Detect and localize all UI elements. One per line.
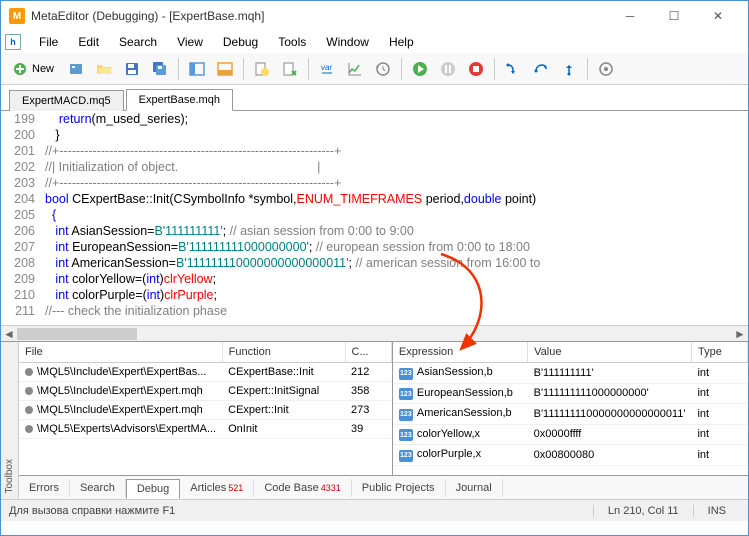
menu-view[interactable]: View xyxy=(167,33,213,51)
table-row[interactable]: 123AmericanSession,bB'111111110000000000… xyxy=(393,404,748,425)
scroll-left-icon[interactable]: ◄ xyxy=(1,326,17,341)
settings-icon[interactable] xyxy=(593,56,619,82)
btab-articles[interactable]: Articles521 xyxy=(180,479,254,497)
col-function[interactable]: Function xyxy=(222,342,345,363)
btab-debug[interactable]: Debug xyxy=(126,479,180,499)
minimize-button[interactable]: ─ xyxy=(608,2,652,30)
save-all-icon[interactable] xyxy=(147,56,173,82)
toolbox-label: Toolbox xyxy=(1,342,19,499)
code-editor[interactable]: 199 return(m_used_series); 200 } 201//+-… xyxy=(1,111,748,325)
project-icon[interactable] xyxy=(63,56,89,82)
new-button[interactable]: New xyxy=(5,56,61,82)
table-row[interactable]: \MQL5\Include\Expert\ExpertBas...CExpert… xyxy=(19,363,391,382)
scroll-thumb[interactable] xyxy=(17,328,137,340)
stop-icon[interactable] xyxy=(463,56,489,82)
editor-hscroll[interactable]: ◄ ► xyxy=(1,325,748,341)
menu-debug[interactable]: Debug xyxy=(213,33,268,51)
play-icon[interactable] xyxy=(407,56,433,82)
history-icon[interactable] xyxy=(370,56,396,82)
table-row[interactable]: \MQL5\Include\Expert\Expert.mqhCExpert::… xyxy=(19,401,391,420)
table-row[interactable]: \MQL5\Include\Expert\Expert.mqhCExpert::… xyxy=(19,382,391,401)
table-row[interactable]: \MQL5\Experts\Advisors\ExpertMA...OnInit… xyxy=(19,420,391,439)
maximize-button[interactable]: ☐ xyxy=(652,2,696,30)
callstack-table[interactable]: File Function C... \MQL5\Include\Expert\… xyxy=(19,342,392,439)
doc-icon[interactable]: h xyxy=(5,34,21,50)
menu-help[interactable]: Help xyxy=(379,33,424,51)
panel2-icon[interactable] xyxy=(212,56,238,82)
status-position: Ln 210, Col 11 xyxy=(593,505,693,517)
btab-search[interactable]: Search xyxy=(70,479,126,497)
btab-errors[interactable]: Errors xyxy=(19,479,70,497)
step-out-icon[interactable] xyxy=(556,56,582,82)
menu-file[interactable]: File xyxy=(29,33,68,51)
new-label: New xyxy=(32,63,54,75)
col-caller[interactable]: C... xyxy=(345,342,391,363)
tab-expertmacd[interactable]: ExpertMACD.mq5 xyxy=(9,90,124,111)
watch-table[interactable]: Expression Value Type 123AsianSession,bB… xyxy=(393,342,748,466)
save-icon[interactable] xyxy=(119,56,145,82)
table-row[interactable]: 123colorPurple,x0x00800080int xyxy=(393,445,748,466)
menu-edit[interactable]: Edit xyxy=(68,33,109,51)
table-row[interactable]: 123EuropeanSession,bB'111111111000000000… xyxy=(393,383,748,404)
status-help: Для вызова справки нажмите F1 xyxy=(9,505,593,517)
pause-icon[interactable] xyxy=(435,56,461,82)
window-title: MetaEditor (Debugging) - [ExpertBase.mqh… xyxy=(31,9,608,23)
table-row[interactable]: 123AsianSession,bB'111111111'int xyxy=(393,363,748,384)
scroll-right-icon[interactable]: ► xyxy=(732,326,748,341)
close-button[interactable]: ✕ xyxy=(696,2,740,30)
col-file[interactable]: File xyxy=(19,342,222,363)
menu-search[interactable]: Search xyxy=(109,33,167,51)
menu-window[interactable]: Window xyxy=(316,33,379,51)
btab-journal[interactable]: Journal xyxy=(446,479,503,497)
step-over-icon[interactable] xyxy=(528,56,554,82)
col-value[interactable]: Value xyxy=(528,342,692,363)
menu-tools[interactable]: Tools xyxy=(268,33,316,51)
open-icon[interactable] xyxy=(91,56,117,82)
status-insert: INS xyxy=(693,505,740,517)
app-icon: M xyxy=(9,8,25,24)
btab-public[interactable]: Public Projects xyxy=(352,479,446,497)
table-row[interactable]: 123colorYellow,x0x0000ffffint xyxy=(393,424,748,445)
terminal-icon[interactable] xyxy=(277,56,303,82)
svg-text:var: var xyxy=(321,63,332,72)
btab-codebase[interactable]: Code Base4331 xyxy=(254,479,351,497)
chart-icon[interactable] xyxy=(342,56,368,82)
col-expression[interactable]: Expression xyxy=(393,342,528,363)
col-type[interactable]: Type xyxy=(691,342,747,363)
compile-icon[interactable] xyxy=(249,56,275,82)
var-icon[interactable]: var xyxy=(314,56,340,82)
panel-icon[interactable] xyxy=(184,56,210,82)
step-into-icon[interactable] xyxy=(500,56,526,82)
tab-expertbase[interactable]: ExpertBase.mqh xyxy=(126,89,233,111)
